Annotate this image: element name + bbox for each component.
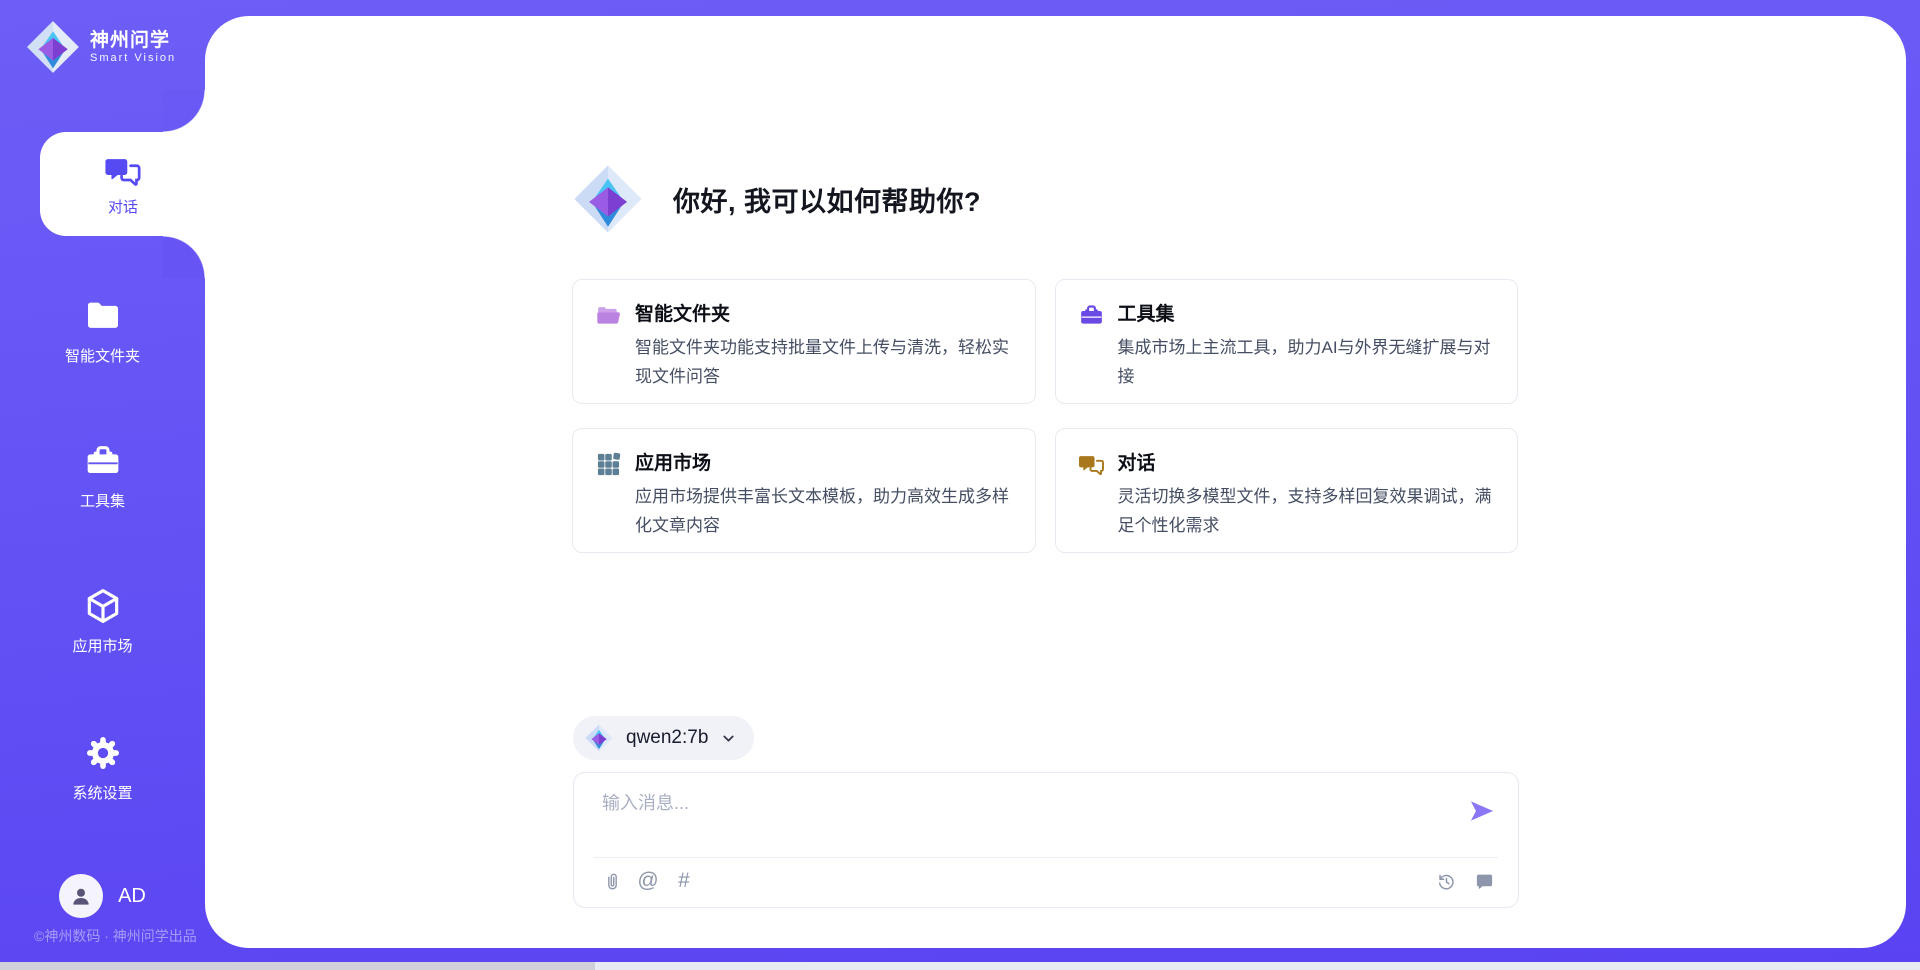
sidebar-item-label: 应用市场 [72,635,132,656]
brand-diamond-icon [26,20,80,74]
message-composer: @ # [573,772,1519,908]
sidebar-item-toolset[interactable]: 工具集 [0,441,205,511]
attach-file-icon[interactable] [600,869,624,893]
gear-icon [83,733,123,773]
folder-open-icon [595,302,622,329]
chevron-down-icon [721,731,736,746]
card-chat[interactable]: 对话 灵活切换多模型文件，支持多样回复效果调试，满足个性化需求 [1055,428,1519,553]
hashtag-icon[interactable]: # [672,869,696,893]
user-initials: AD [118,885,146,908]
chat-icon [1078,451,1105,478]
sidebar-item-label: 对话 [108,196,138,217]
history-icon[interactable] [1434,869,1458,893]
grid-cube-icon [595,451,622,478]
card-title: 工具集 [1118,300,1496,330]
paperclip-icon [602,871,623,892]
card-title: 智能文件夹 [635,300,1013,330]
card-smart-folder[interactable]: 智能文件夹 智能文件夹功能支持批量文件上传与清洗，轻松实现文件问答 [572,279,1036,404]
cube-icon [83,586,123,626]
send-button[interactable] [1468,797,1496,825]
tab-fillet-bottom [163,236,205,278]
window-bottom-edge [0,962,1920,970]
brand-subtitle: Smart Vision [90,52,176,64]
card-description: 应用市场提供丰富长文本模板，助力高效生成多样化文章内容 [635,482,1013,540]
brand-logo[interactable]: 神州问学 Smart Vision [26,20,176,74]
composer-toolbar: @ # [600,869,1496,893]
composer-divider [594,857,1498,858]
app-window: 神州问学 Smart Vision 对话 智能文件夹 工具集 [0,0,1920,970]
folder-icon [83,296,123,336]
person-icon [68,883,94,909]
assistant-diamond-icon [573,164,643,234]
user-account[interactable]: AD [0,874,205,918]
model-diamond-icon [585,724,613,752]
sidebar-item-app-market[interactable]: 应用市场 [0,586,205,656]
mention-icon[interactable]: @ [636,869,660,893]
copyright-text: ©神州数码 · 神州问学出品 [34,926,197,946]
toolbox-icon [83,441,123,481]
chat-panel-icon[interactable] [1472,869,1496,893]
avatar [59,874,103,918]
sidebar-item-smart-folder[interactable]: 智能文件夹 [0,296,205,366]
card-toolset[interactable]: 工具集 集成市场上主流工具，助力AI与外界无缝扩展与对接 [1055,279,1519,404]
sidebar-item-settings[interactable]: 系统设置 [0,733,205,803]
sidebar-item-label: 系统设置 [72,782,132,803]
model-name: qwen2:7b [626,727,708,749]
message-input[interactable] [600,787,1444,851]
send-icon [1468,797,1496,825]
sidebar-item-label: 工具集 [80,490,125,511]
card-description: 智能文件夹功能支持批量文件上传与清洗，轻松实现文件问答 [635,333,1013,391]
card-title: 对话 [1118,449,1496,479]
toolbox-icon [1078,302,1105,329]
card-app-market[interactable]: 应用市场 应用市场提供丰富长文本模板，助力高效生成多样化文章内容 [572,428,1036,553]
main-panel: 你好, 我可以如何帮助你? 智能文件夹 智能文件夹功能支持批量文件上传与清洗，轻… [205,16,1906,948]
card-title: 应用市场 [635,449,1013,479]
tab-fillet-top [163,90,205,132]
card-description: 灵活切换多模型文件，支持多样回复效果调试，满足个性化需求 [1118,482,1496,540]
chat-icon [104,152,142,190]
greeting: 你好, 我可以如何帮助你? [573,164,981,234]
card-description: 集成市场上主流工具，助力AI与外界无缝扩展与对接 [1118,333,1496,391]
sidebar-item-chat[interactable]: 对话 [40,132,206,236]
model-selector[interactable]: qwen2:7b [573,716,754,760]
brand-name: 神州问学 [90,30,176,52]
greeting-text: 你好, 我可以如何帮助你? [673,180,981,219]
feature-cards: 智能文件夹 智能文件夹功能支持批量文件上传与清洗，轻松实现文件问答 工具集 集成… [572,279,1518,553]
sidebar-item-label: 智能文件夹 [65,345,140,366]
